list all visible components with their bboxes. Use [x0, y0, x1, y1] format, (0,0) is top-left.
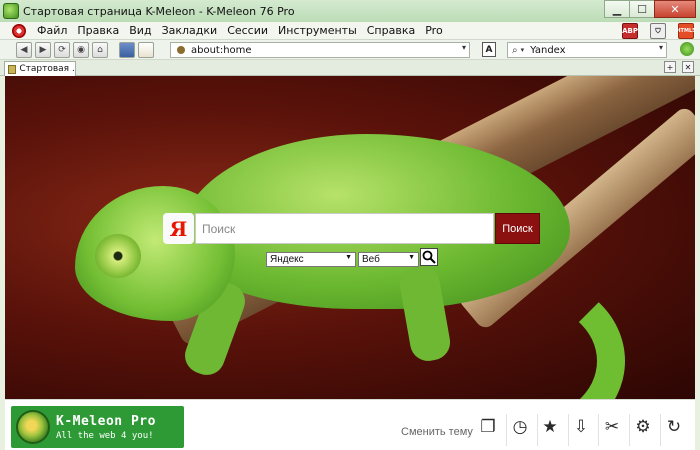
reader-button[interactable]: A	[482, 42, 496, 57]
search-go-button[interactable]	[420, 248, 438, 266]
chevron-down-icon: ▼	[345, 254, 352, 261]
address-bar[interactable]: about:home ▾	[170, 42, 470, 58]
search-engine-input[interactable]: Yandex	[530, 45, 565, 56]
chameleon-logo-icon	[16, 410, 50, 444]
chameleon-eye	[95, 234, 141, 278]
magnifier-icon	[422, 250, 436, 264]
k-meleon-app-icon	[3, 3, 19, 19]
menu-help[interactable]: Справка	[362, 24, 420, 37]
menu-sessions[interactable]: Сессии	[222, 24, 273, 37]
menu-bookmarks[interactable]: Закладки	[157, 24, 223, 37]
minimize-button[interactable]: ▁	[604, 0, 630, 18]
forward-button[interactable]: ▶	[35, 41, 51, 58]
yandex-logo[interactable]: Я	[163, 213, 194, 244]
page-favicon-icon	[177, 46, 185, 54]
html5-icon[interactable]: HTML5	[676, 23, 696, 39]
close-tab-icon[interactable]: ✕	[682, 61, 694, 73]
download-icon[interactable]: ⇩	[570, 416, 592, 438]
maximize-button[interactable]: ☐	[629, 0, 655, 18]
history-calendar-icon[interactable]	[138, 41, 154, 58]
window-controls: ▁ ☐ ✕	[604, 0, 696, 18]
bookmarks-sidebar-icon[interactable]	[119, 41, 135, 58]
bottom-toolbar: K-Meleon Pro All the web 4 you! Сменить …	[5, 399, 695, 450]
menu-bar: Файл Правка Вид Закладки Сессии Инструме…	[0, 22, 700, 40]
change-theme-link[interactable]: Сменить тему	[401, 426, 473, 438]
window-title: Стартовая страница K-Meleon - K-Meleon 7…	[23, 4, 295, 18]
menu-tools[interactable]: Инструменты	[273, 24, 362, 37]
new-tab-icon[interactable]: +	[664, 61, 676, 73]
search-icon: ⌕	[512, 44, 518, 56]
stop-button[interactable]: ◉	[73, 41, 89, 58]
menu-right-buttons: ABP ⛉ HTML5	[610, 23, 696, 39]
page-content: Я Поиск Поиск Яндекс ▼ Веб ▼	[5, 76, 695, 399]
tab-label: Стартовая ...	[19, 64, 75, 74]
k-meleon-pro-banner[interactable]: K-Meleon Pro All the web 4 you!	[11, 406, 184, 448]
adblock-icon[interactable]: ABP	[622, 23, 638, 39]
search-submit-button[interactable]: Поиск	[495, 213, 540, 244]
brand-name: K-Meleon Pro	[56, 413, 156, 429]
reload-button[interactable]: ⟳	[54, 41, 70, 58]
search-type-select[interactable]: Веб ▼	[358, 252, 419, 267]
menu-file[interactable]: Файл	[32, 24, 72, 37]
address-input[interactable]: about:home	[191, 45, 252, 56]
title-bar: Стартовая страница K-Meleon - K-Meleon 7…	[0, 0, 700, 22]
back-button[interactable]: ◀	[16, 41, 32, 58]
plugin-icon[interactable]: ⛉	[650, 23, 666, 39]
settings-icon[interactable]: ⚙	[632, 416, 654, 438]
home-button[interactable]: ⌂	[92, 41, 108, 58]
copy-icon[interactable]: ❐	[477, 416, 499, 438]
tab-start-page[interactable]: Стартовая ...	[4, 61, 76, 76]
search-engine-select[interactable]: Яндекс ▼	[266, 252, 356, 267]
navigation-bar: ◀ ▶ ⟳ ◉ ⌂ about:home ▾ A ⌕ ▾ Yandex ▾	[0, 40, 700, 60]
tab-tools: + ✕	[658, 61, 694, 73]
search-placeholder: Поиск	[202, 221, 236, 236]
menu-view[interactable]: Вид	[124, 24, 156, 37]
reset-icon[interactable]: ↻	[663, 416, 685, 438]
tab-favicon-icon	[8, 64, 17, 74]
search-bar[interactable]: ⌕ ▾ Yandex ▾	[507, 42, 667, 58]
search-input[interactable]: Поиск	[195, 213, 494, 244]
menu-logo-icon[interactable]	[12, 23, 26, 38]
brand-tagline: All the web 4 you!	[56, 430, 154, 441]
tab-bar: Стартовая ... + ✕	[0, 60, 700, 76]
address-dropdown-icon[interactable]: ▾	[462, 43, 466, 52]
menu-edit[interactable]: Правка	[72, 24, 124, 37]
close-button[interactable]: ✕	[654, 0, 696, 18]
history-icon[interactable]: ◷	[509, 416, 531, 438]
k-meleon-status-icon[interactable]	[680, 42, 694, 56]
chevron-down-icon: ▼	[408, 254, 415, 261]
search-engine-caret-icon[interactable]: ▾	[521, 46, 525, 54]
tools-icon[interactable]: ✂	[601, 416, 623, 438]
bookmarks-icon[interactable]: ★	[539, 416, 561, 438]
search-dropdown-icon[interactable]: ▾	[659, 43, 663, 52]
menu-pro[interactable]: Pro	[420, 24, 447, 37]
